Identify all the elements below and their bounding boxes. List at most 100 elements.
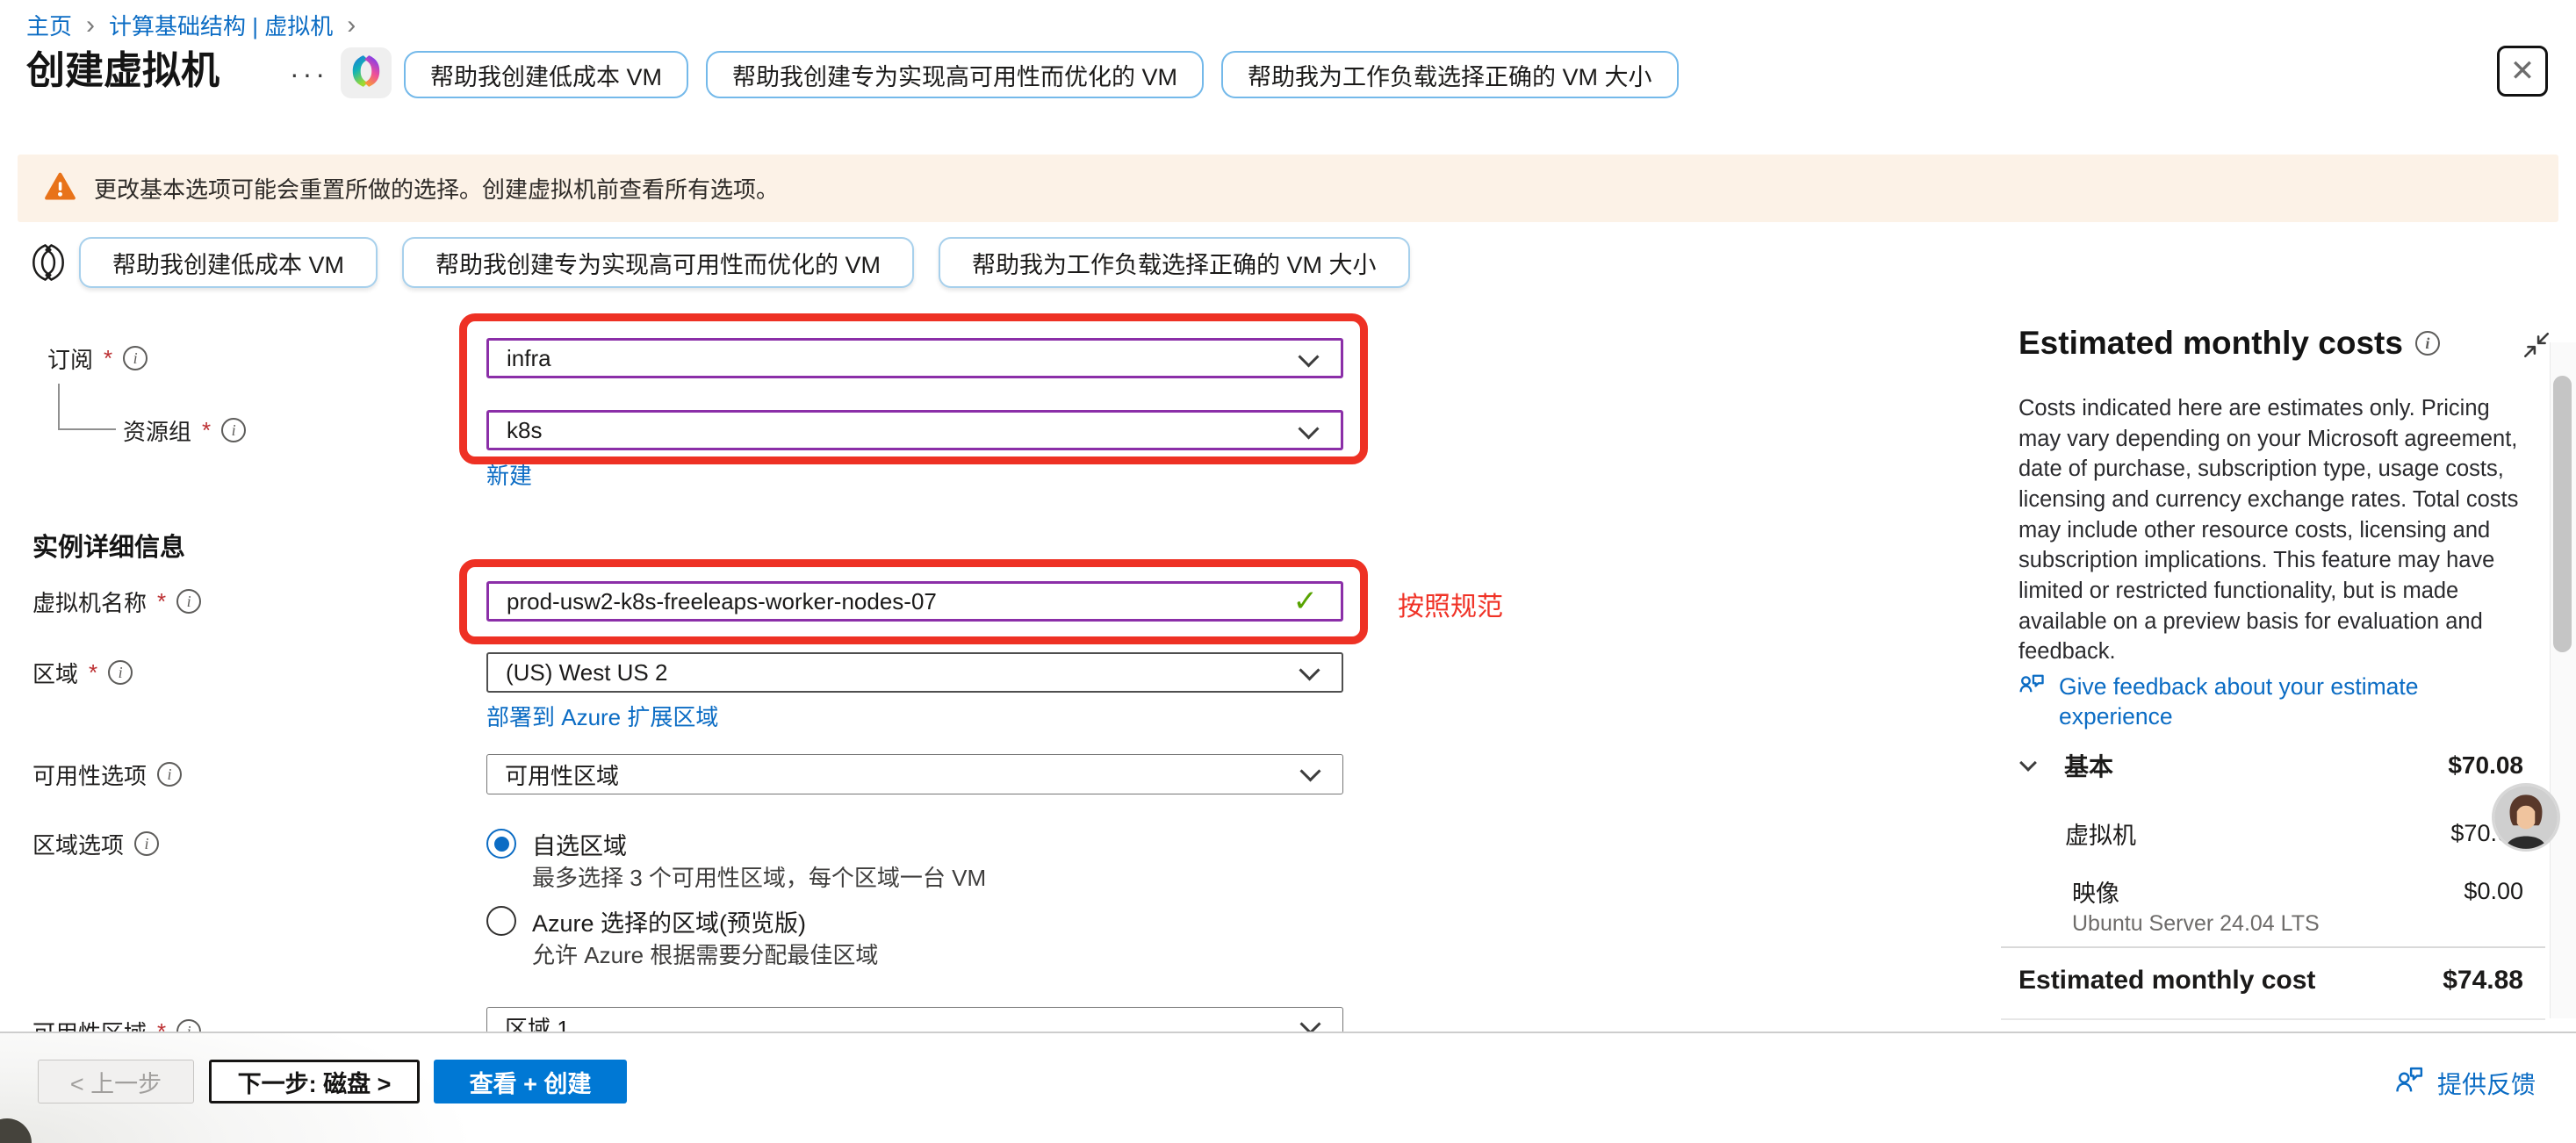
copilot-prompt-low-cost[interactable]: 帮助我创建低成本 VM [404, 51, 688, 98]
availability-zone-dropdown[interactable]: 区域 1 [486, 1007, 1343, 1032]
self-select-zones-radio[interactable]: 自选区域 [486, 823, 627, 864]
avatar[interactable] [2492, 783, 2560, 852]
cost-group-row[interactable]: 基本 $70.08 [2018, 748, 2523, 783]
more-options-button[interactable]: ··· [290, 58, 328, 90]
azure-selected-zones-radio[interactable]: Azure 选择的区域(预览版) [486, 901, 806, 941]
required-marker: * [89, 659, 97, 687]
copilot-prompt-right-size[interactable]: 帮助我为工作负载选择正确的 VM 大小 [1221, 51, 1679, 98]
chevron-down-icon [1298, 418, 1319, 439]
breadcrumb-chevron-icon: › [347, 12, 356, 39]
chevron-down-icon [1299, 760, 1320, 781]
divider [2001, 946, 2545, 948]
close-button[interactable]: ✕ [2497, 46, 2548, 97]
cost-feedback-text: Give feedback about your estimate experi… [2059, 672, 2510, 732]
info-icon[interactable]: i [134, 831, 159, 856]
info-icon[interactable]: i [2415, 331, 2440, 356]
subscription-value: infra [507, 345, 551, 372]
feedback-bubbles-icon [2018, 672, 2050, 732]
warning-icon [44, 170, 76, 207]
zone-options-label: 区域选项 i [32, 823, 159, 864]
footer-feedback-text: 提供反馈 [2437, 1066, 2536, 1101]
availability-options-label: 可用性选项 i [32, 754, 182, 794]
previous-button[interactable]: < 上一步 [38, 1060, 194, 1103]
vm-name-label-text: 虚拟机名称 [32, 586, 147, 618]
instance-details-heading: 实例详细信息 [32, 527, 185, 564]
cost-panel-title: Estimated monthly costs i [2018, 325, 2440, 362]
info-icon[interactable]: i [157, 762, 182, 787]
resource-group-label-text: 资源组 [123, 414, 191, 447]
close-icon: ✕ [2510, 54, 2536, 89]
radio-selected-icon [486, 829, 516, 859]
required-marker: * [157, 588, 166, 615]
cost-panel-title-text: Estimated monthly costs [2018, 325, 2403, 362]
annotation-note: 按照规范 [1398, 585, 1503, 623]
copilot-prompt-low-cost[interactable]: 帮助我创建低成本 VM [79, 237, 378, 288]
chevron-down-icon [2019, 754, 2037, 772]
resource-group-label: 资源组 * i [123, 410, 246, 450]
create-vm-page: 主页 › 计算基础结构 | 虚拟机 › 创建虚拟机 ··· 帮助我创 [0, 0, 2576, 1143]
breadcrumb-home-link[interactable]: 主页 [26, 9, 72, 41]
availability-options-label-text: 可用性选项 [32, 758, 147, 791]
collapse-panel-icon[interactable] [2522, 330, 2551, 364]
vm-name-input[interactable]: prod-usw2-k8s-freeleaps-worker-nodes-07 … [486, 581, 1343, 622]
info-icon[interactable]: i [176, 589, 201, 614]
valid-check-icon: ✓ [1293, 584, 1319, 619]
info-icon[interactable]: i [108, 660, 133, 685]
self-select-zones-label: 自选区域 [532, 827, 627, 861]
feedback-person-icon [2393, 1063, 2427, 1103]
edge-zone-link[interactable]: 部署到 Azure 扩展区域 [486, 700, 718, 732]
divider [2001, 1018, 2545, 1020]
zone-options-label-text: 区域选项 [32, 828, 124, 860]
subscription-label-text: 订阅 [47, 342, 93, 375]
availability-options-value: 可用性区域 [505, 758, 619, 791]
breadcrumb-chevron-icon: › [86, 12, 95, 39]
info-icon[interactable]: i [221, 418, 246, 442]
info-icon[interactable]: i [123, 346, 148, 370]
resource-group-dropdown[interactable]: k8s [486, 410, 1343, 450]
cost-total-label: Estimated monthly cost [2018, 966, 2315, 996]
vm-name-value: prod-usw2-k8s-freeleaps-worker-nodes-07 [507, 588, 937, 615]
cost-total-row: Estimated monthly cost $74.88 [2018, 966, 2523, 996]
required-marker: * [104, 345, 112, 372]
scrollbar-thumb[interactable] [2553, 376, 2572, 652]
breadcrumb-vm-link[interactable]: 计算基础结构 | 虚拟机 [109, 9, 333, 41]
required-marker: * [202, 417, 211, 444]
resource-group-value: k8s [507, 417, 542, 444]
availability-options-dropdown[interactable]: 可用性区域 [486, 754, 1343, 794]
copilot-prompt-high-availability[interactable]: 帮助我创建专为实现高可用性而优化的 VM [402, 237, 914, 288]
footer-feedback-link[interactable]: 提供反馈 [2393, 1063, 2536, 1103]
cost-group-amount: $70.08 [2448, 751, 2523, 780]
hierarchy-connector [58, 384, 60, 430]
availability-zone-label-text: 可用性区域 [32, 1016, 147, 1032]
azure-selected-zones-label: Azure 选择的区域(预览版) [532, 904, 806, 938]
region-label: 区域 * i [32, 652, 133, 693]
azure-selected-zones-desc: 允许 Azure 根据需要分配最佳区域 [532, 938, 878, 970]
copilot-prompt-row-body: 帮助我创建低成本 VM 帮助我创建专为实现高可用性而优化的 VM 帮助我为工作负… [79, 237, 1410, 288]
subscription-label: 订阅 * i [47, 338, 148, 378]
copilot-prompt-high-availability[interactable]: 帮助我创建专为实现高可用性而优化的 VM [706, 51, 1204, 98]
info-icon[interactable]: i [176, 1019, 201, 1032]
chevron-down-icon [1299, 659, 1320, 680]
cost-feedback-link[interactable]: Give feedback about your estimate experi… [2018, 672, 2510, 732]
region-label-text: 区域 [32, 657, 78, 689]
warning-text: 更改基本选项可能会重置所做的选择。创建虚拟机前查看所有选项。 [94, 172, 779, 205]
copilot-prompt-row-header: 帮助我创建低成本 VM 帮助我创建专为实现高可用性而优化的 VM 帮助我为工作负… [404, 51, 1679, 98]
chevron-down-icon [1299, 1013, 1320, 1032]
cost-group-label: 基本 [2064, 748, 2113, 783]
copilot-prompt-right-size[interactable]: 帮助我为工作负载选择正确的 VM 大小 [939, 237, 1410, 288]
copilot-button[interactable] [341, 47, 392, 98]
breadcrumb: 主页 › 计算基础结构 | 虚拟机 › [26, 9, 356, 41]
subscription-dropdown[interactable]: infra [486, 338, 1343, 378]
cost-panel-description: Costs indicated here are estimates only.… [2018, 393, 2529, 667]
radio-unselected-icon [486, 906, 516, 936]
next-disks-button[interactable]: 下一步: 磁盘 > [209, 1060, 420, 1103]
required-marker: * [157, 1018, 166, 1032]
availability-zone-value: 区域 1 [505, 1011, 570, 1032]
cost-total-amount: $74.88 [2443, 966, 2523, 996]
copilot-outline-icon [28, 242, 68, 287]
hierarchy-connector [58, 428, 116, 430]
vm-name-label: 虚拟机名称 * i [32, 581, 201, 622]
review-create-button[interactable]: 查看 + 创建 [434, 1060, 627, 1103]
region-dropdown[interactable]: (US) West US 2 [486, 652, 1343, 693]
create-new-link[interactable]: 新建 [486, 458, 532, 491]
